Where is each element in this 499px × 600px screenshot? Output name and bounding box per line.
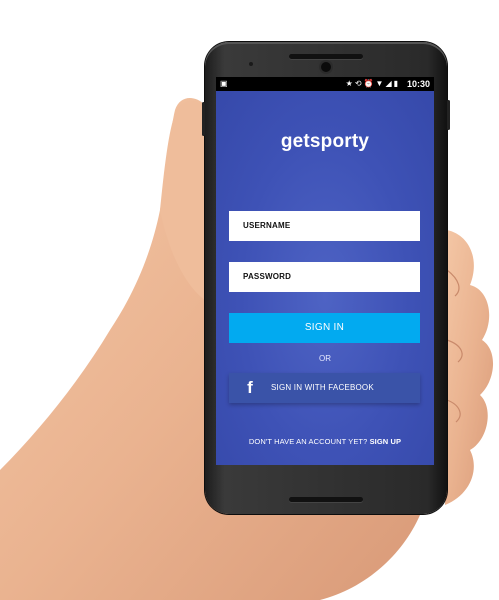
or-separator: OR <box>319 354 331 363</box>
front-camera <box>321 62 331 72</box>
earpiece-speaker <box>289 54 363 59</box>
status-time: 10:30 <box>406 79 430 89</box>
app-logo: getsporty <box>280 131 370 152</box>
facebook-button-label: SIGN IN WITH FACEBOOK <box>271 383 374 392</box>
star-icon: ★ <box>345 79 355 88</box>
sensor-dot <box>249 62 253 66</box>
alarm-icon: ⏰ <box>363 79 376 88</box>
username-field[interactable]: USERNAME <box>229 211 420 241</box>
facebook-sign-in-button[interactable]: f SIGN IN WITH FACEBOOK <box>229 373 420 403</box>
sync-icon: ⟲ <box>354 79 364 88</box>
phone-screen: ▣ ★⟲⏰▼◢▮ 10:30 getsporty USERNAME PASSWO… <box>216 77 434 465</box>
login-screen: getsporty USERNAME PASSWORD SIGN IN OR f… <box>216 91 434 465</box>
facebook-icon: f <box>247 378 253 397</box>
notification-icon: ▣ <box>220 79 228 88</box>
password-field[interactable]: PASSWORD <box>229 262 420 292</box>
status-icons: ★⟲⏰▼◢▮ <box>346 77 400 91</box>
power-button[interactable] <box>447 100 450 130</box>
battery-icon: ▮ <box>393 79 400 88</box>
sign-in-button[interactable]: SIGN IN <box>229 313 420 343</box>
signal-icon: ◢ <box>385 79 394 88</box>
status-bar: ▣ ★⟲⏰▼◢▮ 10:30 <box>216 77 434 91</box>
sign-up-link[interactable]: SIGN UP <box>370 437 402 446</box>
signup-prompt: DON'T HAVE AN ACCOUNT YET? SIGN UP <box>216 437 434 446</box>
volume-button[interactable] <box>202 102 205 136</box>
signup-prompt-text: DON'T HAVE AN ACCOUNT YET? <box>248 437 368 446</box>
wifi-icon: ▼ <box>375 79 386 88</box>
password-placeholder: PASSWORD <box>243 272 292 281</box>
bottom-speaker <box>289 497 363 502</box>
username-placeholder: USERNAME <box>243 221 291 230</box>
phone: ▣ ★⟲⏰▼◢▮ 10:30 getsporty USERNAME PASSWO… <box>202 42 450 514</box>
